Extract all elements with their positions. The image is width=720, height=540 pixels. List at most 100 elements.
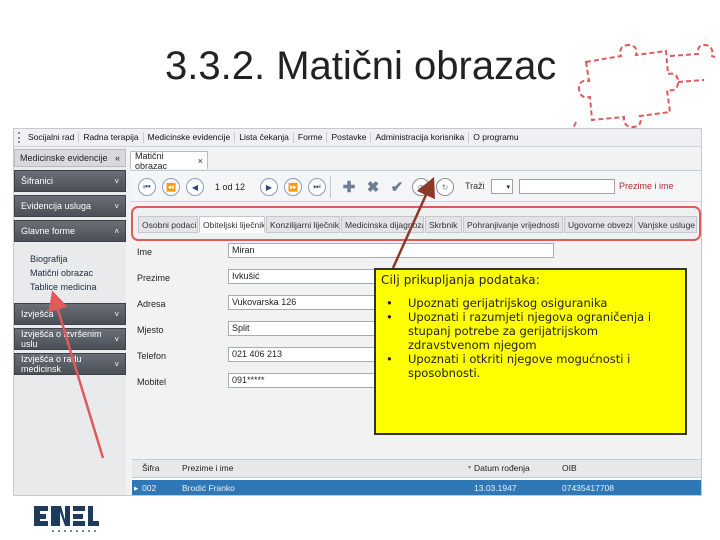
menu-item-forme[interactable]: Forme <box>294 132 328 143</box>
tab-ugovorne-obveze[interactable]: Ugovorne obveze <box>564 216 633 233</box>
tab-medicinska-dijagnoza[interactable]: Medicinska dijagnoza <box>341 216 424 233</box>
chevron-up-icon: ˄ <box>114 226 119 236</box>
menu-bar: Socijalni rad Radna terapija Medicinske … <box>14 129 701 147</box>
sidebar: Medicinske evidencije « Šifranici ˅ Evid… <box>14 149 126 495</box>
cell-datum-rodenja: 13.03.1947 <box>474 483 517 493</box>
collapse-sidebar-icon[interactable]: « <box>115 153 120 163</box>
field-label-mjesto: Mjesto <box>137 325 164 335</box>
telefon-field[interactable]: 021 406 213 <box>228 347 380 362</box>
toolbar-divider <box>330 176 331 198</box>
row-marker-icon: ▸ <box>134 483 139 493</box>
menu-item-lista-cekanja[interactable]: Lista čekanja <box>235 132 294 143</box>
adresa-field[interactable]: Vukovarska 126 <box>228 295 380 310</box>
grid-header: Šifra Prezime i ime ▾ Datum rođenja OIB <box>132 460 701 478</box>
sidebar-item-tablice-medicina[interactable]: Tablice medicina <box>30 280 126 294</box>
sidebar-header[interactable]: Medicinske evidencije « <box>14 149 126 167</box>
tab-maticni-obrazac[interactable]: Matični obrazac × <box>130 150 208 171</box>
menu-item-radna-terapija[interactable]: Radna terapija <box>79 132 144 143</box>
cell-oib: 07435417708 <box>562 483 615 493</box>
prev-page-icon[interactable]: ⏪ <box>162 178 180 196</box>
menu-item-administracija-korisnika[interactable]: Administracija korisnika <box>371 132 470 143</box>
pager-position[interactable]: 1 od 12 <box>212 179 256 195</box>
sidebar-section-label: Šifranici <box>21 176 54 186</box>
menu-item-socijalni-rad[interactable]: Socijalni rad <box>24 132 80 143</box>
chevron-down-icon: ˅ <box>114 334 119 344</box>
callout-list: Upoznati gerijatrijskog osiguranika Upoz… <box>381 296 680 380</box>
sidebar-item-biografija[interactable]: Biografija <box>30 252 126 266</box>
search-by-label: Prezime i ime <box>619 181 674 191</box>
chevron-down-icon: ˅ <box>114 176 119 186</box>
column-header-sifra[interactable]: Šifra <box>142 460 159 476</box>
tab-konzilijarni-lijecnik[interactable]: Konzilijarni liječnik <box>266 216 340 233</box>
table-row[interactable]: ▸ 002 Brodić Franko 13.03.1947 074354177… <box>132 480 701 495</box>
slide: 3.3.2. Matični obrazac Socijalni rad Rad… <box>0 0 720 540</box>
field-label-ime: Ime <box>137 247 153 257</box>
sidebar-sub-items: Biografija Matični obrazac Tablice medic… <box>14 242 126 300</box>
cancel-icon[interactable]: ⊘ <box>412 178 430 196</box>
menu-item-medicinske-evidencije[interactable]: Medicinske evidencije <box>144 132 236 143</box>
sidebar-section-sifranici[interactable]: Šifranici ˅ <box>14 170 126 192</box>
menu-grip-icon <box>18 132 22 143</box>
close-icon[interactable]: × <box>198 156 203 166</box>
puzzle-icon <box>571 43 716 132</box>
sidebar-section-label: Evidencija usluga <box>21 201 92 211</box>
delete-icon[interactable]: ✖ <box>364 178 382 196</box>
sidebar-section-label: Izvješća o izvršenim uslu <box>21 329 102 349</box>
menu-item-postavke[interactable]: Postavke <box>327 132 372 143</box>
records-grid: Šifra Prezime i ime ▾ Datum rođenja OIB … <box>132 459 701 495</box>
ime-field[interactable]: Miran <box>228 243 554 258</box>
field-label-mobitel: Mobitel <box>137 377 167 387</box>
mjesto-field[interactable]: Split <box>228 321 380 336</box>
sidebar-section-glavne-forme[interactable]: Glavne forme ˄ <box>14 220 126 242</box>
next-record-icon[interactable]: ▶ <box>260 178 278 196</box>
cell-prezime-i-ime: Brodić Franko <box>182 483 235 493</box>
callout-item: Upoznati i otkriti njegove mogućnosti i … <box>381 352 680 380</box>
column-header-prezime-i-ime[interactable]: Prezime i ime <box>182 460 233 476</box>
sort-indicator-icon: ▾ <box>468 465 472 471</box>
prezime-field[interactable]: Ivkušić <box>228 269 380 284</box>
last-record-icon[interactable]: ⏭ <box>308 178 326 196</box>
search-input[interactable] <box>519 179 615 194</box>
slide-title: 3.3.2. Matični obrazac <box>165 44 557 88</box>
next-page-icon[interactable]: ⏩ <box>284 178 302 196</box>
document-tab-label: Matični obrazac <box>135 150 168 171</box>
sidebar-section-izvjesca-usluge[interactable]: Izvješća o izvršenim uslu ˅ <box>14 328 126 350</box>
cell-sifra: 002 <box>142 483 157 493</box>
goals-callout: Cilj prikupljanja podataka: Upoznati ger… <box>374 268 687 435</box>
sidebar-section-label: Izvješća <box>21 309 54 319</box>
first-record-icon[interactable]: ⏮ <box>138 178 156 196</box>
record-toolbar: ⏮ ⏪ ◀ 1 od 12 ▶ ⏩ ⏭ ✚ ✖ ✔ ⊘ ↻ Traži ▾ Pr… <box>130 170 701 202</box>
tab-pohranjivanje-vrijednosti[interactable]: Pohranjivanje vrijednosti <box>463 216 563 233</box>
prev-record-icon[interactable]: ◀ <box>186 178 204 196</box>
refresh-icon[interactable]: ↻ <box>436 178 454 196</box>
tab-obiteljski-lijecnik[interactable]: Obiteljski liječnik <box>199 216 265 233</box>
sidebar-section-izvjesca-rad[interactable]: Izvješća o radu medicinsk ˅ <box>14 353 126 375</box>
sidebar-item-maticni-obrazac[interactable]: Matični obrazac <box>30 266 126 280</box>
column-header-oib[interactable]: OIB <box>562 460 577 476</box>
column-header-datum-rodenja[interactable]: Datum rođenja <box>474 460 530 476</box>
company-logo <box>34 506 99 532</box>
search-field-dropdown[interactable]: ▾ <box>491 179 513 194</box>
search-label: Traži <box>465 181 485 191</box>
callout-item: Upoznati i razumjeti njegova ograničenja… <box>381 310 680 352</box>
tab-skrbnik[interactable]: Skrbnik <box>425 216 462 233</box>
sidebar-header-label: Medicinske evidencije <box>20 153 108 163</box>
chevron-down-icon: ˅ <box>114 201 119 211</box>
sidebar-section-evidencija-usluga[interactable]: Evidencija usluga ˅ <box>14 195 126 217</box>
tab-osobni-podaci[interactable]: Osobni podaci <box>138 216 198 233</box>
confirm-icon[interactable]: ✔ <box>388 178 406 196</box>
form-tabs: Osobni podaci Obiteljski liječnik Konzil… <box>131 206 701 241</box>
sidebar-section-label: Glavne forme <box>21 226 76 236</box>
add-icon[interactable]: ✚ <box>340 178 358 196</box>
mobitel-field[interactable]: 091***** <box>228 373 380 388</box>
tab-vanjske-usluge[interactable]: Vanjske usluge <box>634 216 697 233</box>
field-label-adresa: Adresa <box>137 299 166 309</box>
callout-title: Cilj prikupljanja podataka: <box>381 273 540 287</box>
chevron-down-icon: ˅ <box>114 359 119 369</box>
sidebar-section-label: Izvješća o radu medicinsk <box>21 354 82 374</box>
field-label-telefon: Telefon <box>137 351 167 361</box>
chevron-down-icon: ˅ <box>114 309 119 319</box>
menu-item-o-programu[interactable]: O programu <box>469 132 522 143</box>
field-label-prezime: Prezime <box>137 273 171 283</box>
sidebar-section-izvjesca[interactable]: Izvješća ˅ <box>14 303 126 325</box>
